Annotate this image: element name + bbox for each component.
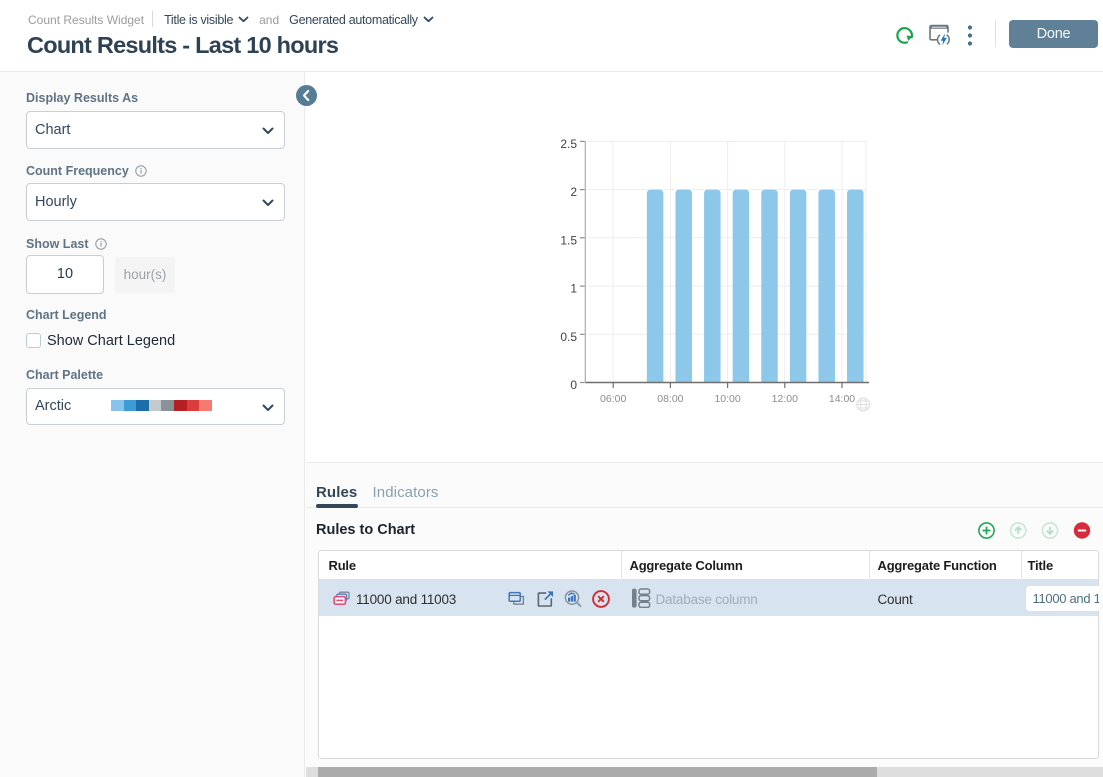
svg-text:1.5: 1.5 bbox=[560, 233, 577, 247]
svg-text:2: 2 bbox=[570, 185, 577, 199]
svg-text:0.5: 0.5 bbox=[560, 330, 577, 344]
svg-text:12:00: 12:00 bbox=[772, 393, 798, 405]
svg-text:1: 1 bbox=[570, 282, 577, 296]
svg-text:10:00: 10:00 bbox=[714, 393, 740, 405]
svg-text:14:00: 14:00 bbox=[829, 393, 855, 405]
svg-text:06:00: 06:00 bbox=[600, 393, 626, 405]
svg-text:08:00: 08:00 bbox=[657, 393, 683, 405]
svg-text:2.5: 2.5 bbox=[560, 137, 577, 151]
svg-text:0: 0 bbox=[570, 378, 577, 392]
